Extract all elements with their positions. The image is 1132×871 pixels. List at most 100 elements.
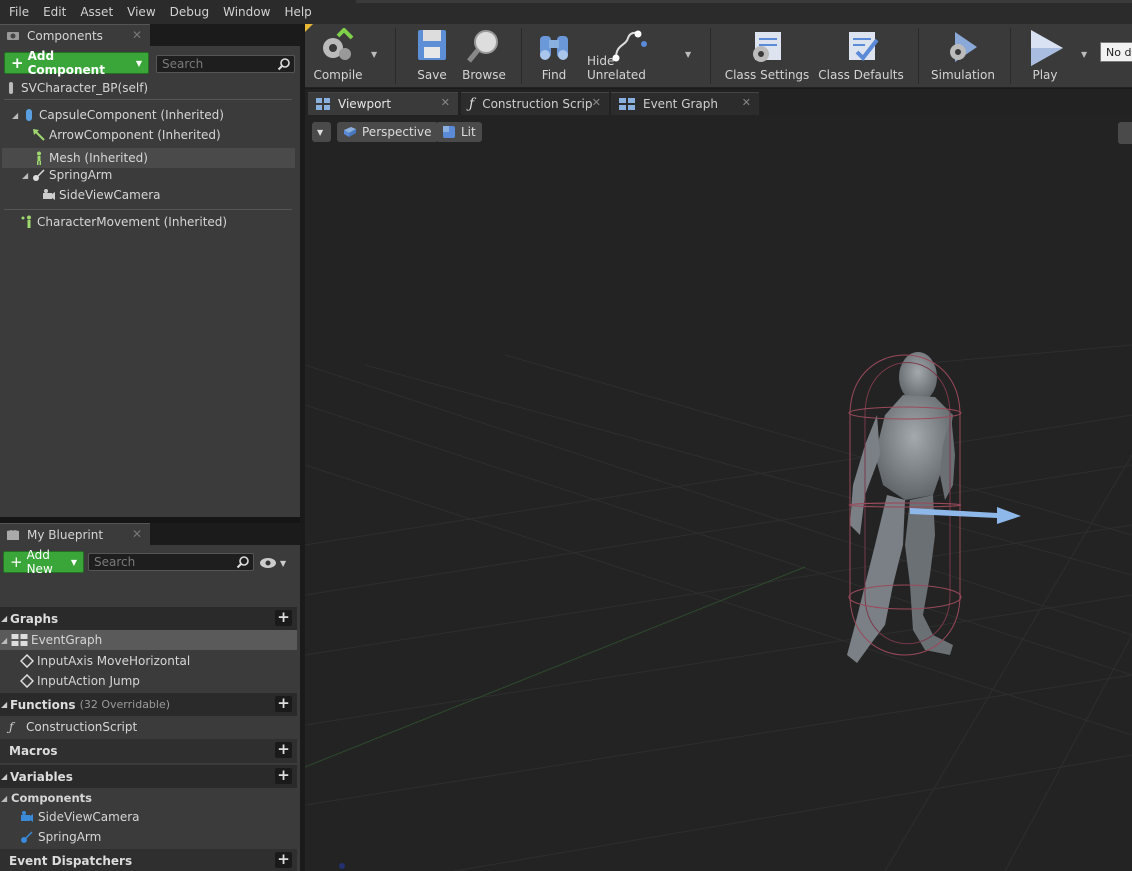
menu-view[interactable]: View [120,0,162,24]
spring-arm-icon [33,169,45,181]
capsule-icon [9,82,13,94]
spring-arm-variable-icon [21,831,33,843]
perspective-cube-icon [344,127,356,137]
tab-construction-script[interactable]: ƒ Construction Scrip ✕ [461,92,609,115]
functions-category[interactable]: ◢ Functions (32 Overridable) + [0,693,297,716]
variables-components-subcategory[interactable]: ◢ Components [0,788,296,808]
event-dispatchers-category[interactable]: Event Dispatchers + [0,849,297,871]
viewport-scene [305,344,1132,871]
play-button[interactable]: Play [1020,24,1070,88]
character-movement-icon [21,215,31,228]
component-sideviewcamera[interactable]: SideViewCamera [42,185,338,205]
play-options-caret-icon[interactable]: ▼ [1081,50,1087,59]
close-icon[interactable]: ✕ [132,527,142,541]
macros-category[interactable]: Macros + [0,739,297,763]
blueprint-search-input[interactable] [88,553,254,571]
component-capsule[interactable]: ◢ CapsuleComponent (Inherited) [12,105,308,125]
tab-event-graph[interactable]: Event Graph ✕ [611,92,759,115]
my-blueprint-tab-label: My Blueprint [27,527,104,542]
class-settings-button[interactable]: Class Settings [723,24,811,88]
blueprint-search-field[interactable] [94,555,253,569]
add-graph-button[interactable]: + [275,610,292,626]
capsule-component-icon [26,109,32,121]
graph-item-moveh[interactable]: InputAxis MoveHorizontal [20,651,316,671]
menu-file[interactable]: File [2,0,36,24]
magnifier-icon [467,30,498,63]
variable-item-springarm[interactable]: SpringArm [20,827,316,847]
add-macro-button[interactable]: + [275,742,292,758]
browse-button[interactable]: Browse [460,24,508,88]
variables-category[interactable]: ◢ Variables + [0,765,297,788]
event-graph-icon [619,98,635,110]
my-blueprint-tab[interactable]: My Blueprint ✕ [0,523,150,545]
menu-help[interactable]: Help [277,0,318,24]
viewport-options-button[interactable]: ▼ [312,122,331,142]
add-new-button[interactable]: + Add New ▼ [3,548,84,576]
components-search-field[interactable] [162,57,294,71]
hide-unrelated-button[interactable]: Hide Unrelated [587,24,669,88]
view-options-button[interactable]: ▼ [259,555,291,571]
diamond-icon [20,674,34,688]
add-component-button[interactable]: + Add Component ▼ [4,49,149,77]
skeletal-mesh-icon [37,151,41,165]
menu-debug[interactable]: Debug [163,0,216,24]
toolbar: Compile ▼ Save Browse Find Hide Unrelate… [305,24,1132,88]
tab-viewport[interactable]: Viewport ✕ [308,92,458,115]
viewport-transform-button[interactable] [1118,122,1132,144]
add-dispatcher-button[interactable]: + [275,852,292,868]
menu-asset[interactable]: Asset [73,0,120,24]
document-tabs: Viewport ✕ ƒ Construction Scrip ✕ Event … [305,89,1132,115]
components-search-input[interactable] [156,55,295,73]
arrow-component-icon [33,129,45,141]
character-mesh [847,352,955,663]
floppy-disk-icon [418,30,446,60]
close-icon[interactable]: ✕ [132,28,142,42]
event-graph-icon [11,634,28,646]
add-variable-button[interactable]: + [275,768,292,784]
variable-item-sideviewcamera[interactable]: SideViewCamera [20,807,316,827]
function-icon: ƒ [9,720,14,734]
simulation-button[interactable]: Simulation [930,24,996,88]
camera-icon [43,189,55,200]
viewport[interactable]: ▼ Perspective Lit [305,115,1132,871]
class-defaults-button[interactable]: Class Defaults [815,24,907,88]
function-icon: ƒ [469,96,475,112]
expand-triangle-icon: ◢ [1,700,8,709]
components-tab[interactable]: Components ✕ [0,24,150,46]
menu-bar: File Edit Asset View Debug Window Help [0,0,1132,24]
save-button[interactable]: Save [408,24,456,88]
compile-options-caret-icon[interactable]: ▼ [371,50,377,59]
component-charactermovement[interactable]: CharacterMovement (Inherited) [20,212,316,232]
class-defaults-icon [849,32,879,62]
close-icon[interactable]: ✕ [742,96,751,109]
perspective-button[interactable]: Perspective [337,122,438,142]
component-root[interactable]: SVCharacter_BP(self) [4,78,300,98]
component-arrow[interactable]: ArrowComponent (Inherited) [32,125,328,145]
close-icon[interactable]: ✕ [441,96,450,109]
close-icon[interactable]: ✕ [592,96,601,109]
viewport-icon [316,98,330,110]
hide-unrelated-caret-icon[interactable]: ▼ [685,50,691,59]
components-panel: Components ✕ + Add Component ▼ SVCharact… [0,24,300,517]
expand-triangle-icon: ◢ [1,772,8,781]
debug-object-select[interactable]: No debug object selected [1100,42,1132,62]
caret-down-icon: ▼ [135,58,142,68]
menu-edit[interactable]: Edit [36,0,73,24]
graph-item-eventgraph[interactable]: ◢ EventGraph [0,630,297,650]
book-icon [7,529,19,540]
graph-item-jump[interactable]: InputAction Jump [20,671,316,691]
graphs-category[interactable]: ◢ Graphs + [0,607,297,630]
function-item-constructionscript[interactable]: ƒ ConstructionScript [9,717,305,737]
ground-grid [305,344,1132,871]
lit-mode-button[interactable]: Lit [436,122,482,142]
expand-triangle-icon: ◢ [1,614,8,623]
compile-button[interactable]: Compile [308,24,368,88]
menu-window[interactable]: Window [216,0,277,24]
expand-triangle-icon[interactable]: ◢ [22,171,32,180]
expand-triangle-icon[interactable]: ◢ [1,636,11,645]
component-springarm[interactable]: ◢ SpringArm [22,165,318,185]
add-function-button[interactable]: + [275,696,292,712]
expand-triangle-icon[interactable]: ◢ [12,111,22,120]
find-button[interactable]: Find [530,24,578,88]
compile-gear-icon [323,28,354,60]
